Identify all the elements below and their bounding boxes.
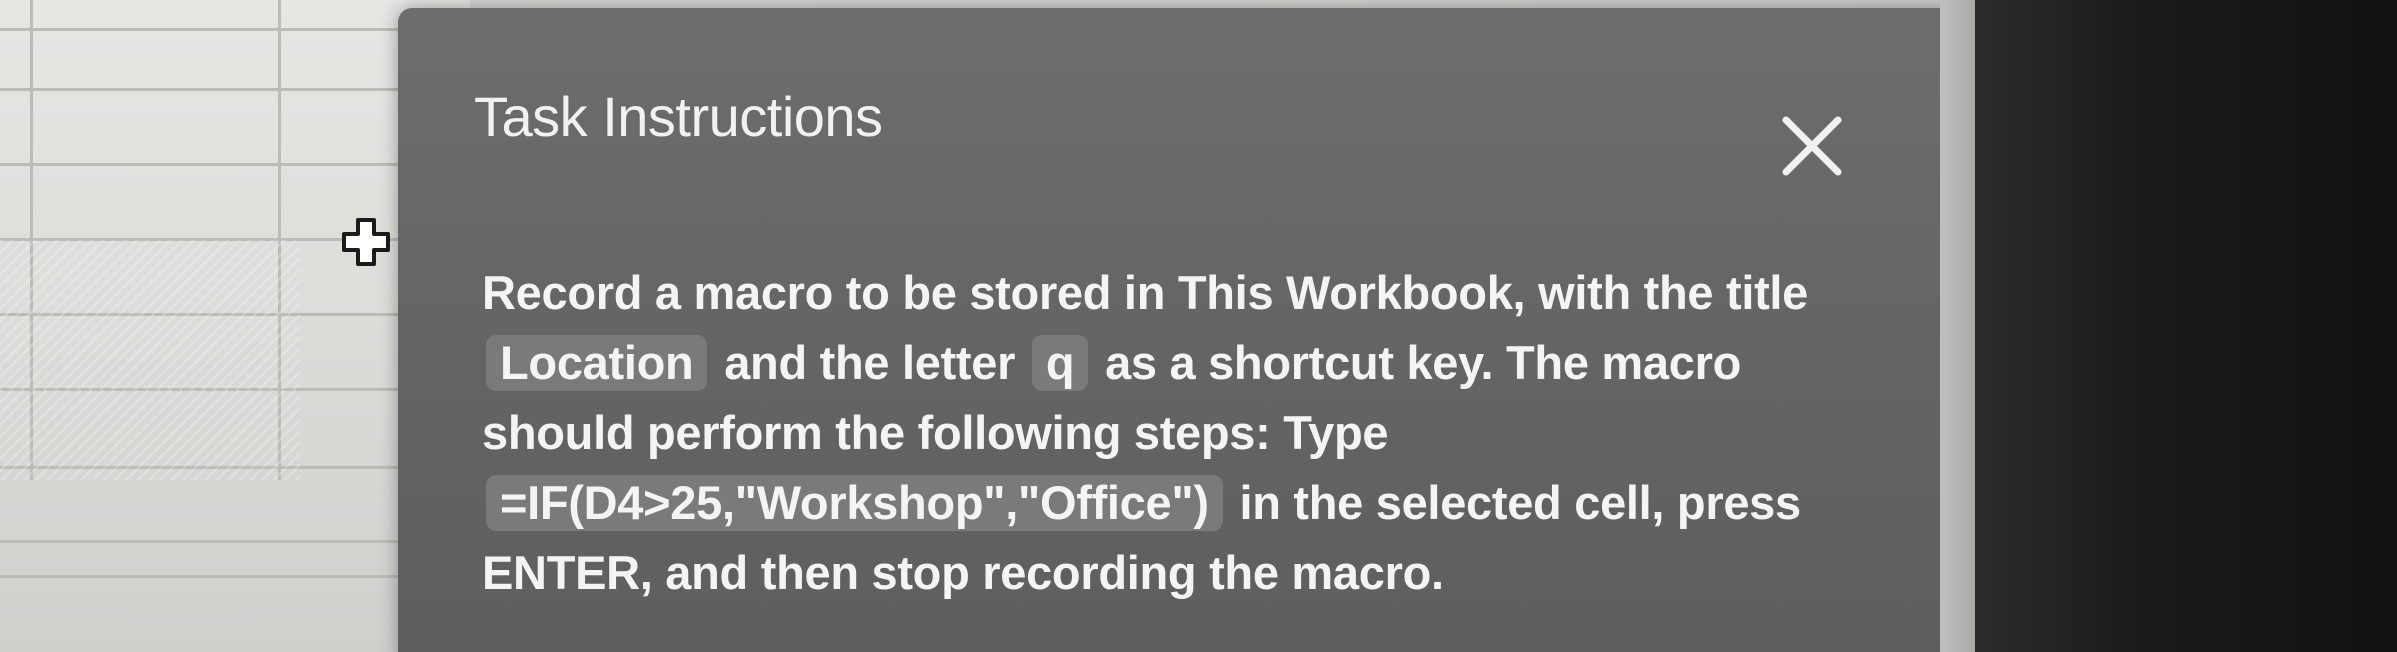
macro-name-chip: Location: [486, 335, 708, 391]
selection-shading: [0, 390, 300, 480]
task-instructions-dialog: Task Instructions Record a macro to be s…: [398, 8, 1958, 652]
instructions-text: Record a macro to be stored in This Work…: [482, 258, 1812, 608]
instructions-part-2: and the letter: [724, 336, 1016, 389]
monitor-bezel: [1975, 0, 2397, 652]
screen: Task Instructions Record a macro to be s…: [0, 0, 2397, 652]
formula-chip: =IF(D4>25,"Workshop","Office"): [486, 475, 1223, 531]
close-x-icon[interactable]: [1774, 108, 1850, 184]
shortcut-key-chip: q: [1031, 335, 1089, 391]
dialog-title: Task Instructions: [474, 85, 883, 148]
instructions-part-1: Record a macro to be stored in This Work…: [482, 266, 1809, 319]
selection-shading: [0, 240, 300, 390]
move-cross-cursor-icon: [342, 218, 390, 266]
close-button[interactable]: [1774, 108, 1850, 184]
